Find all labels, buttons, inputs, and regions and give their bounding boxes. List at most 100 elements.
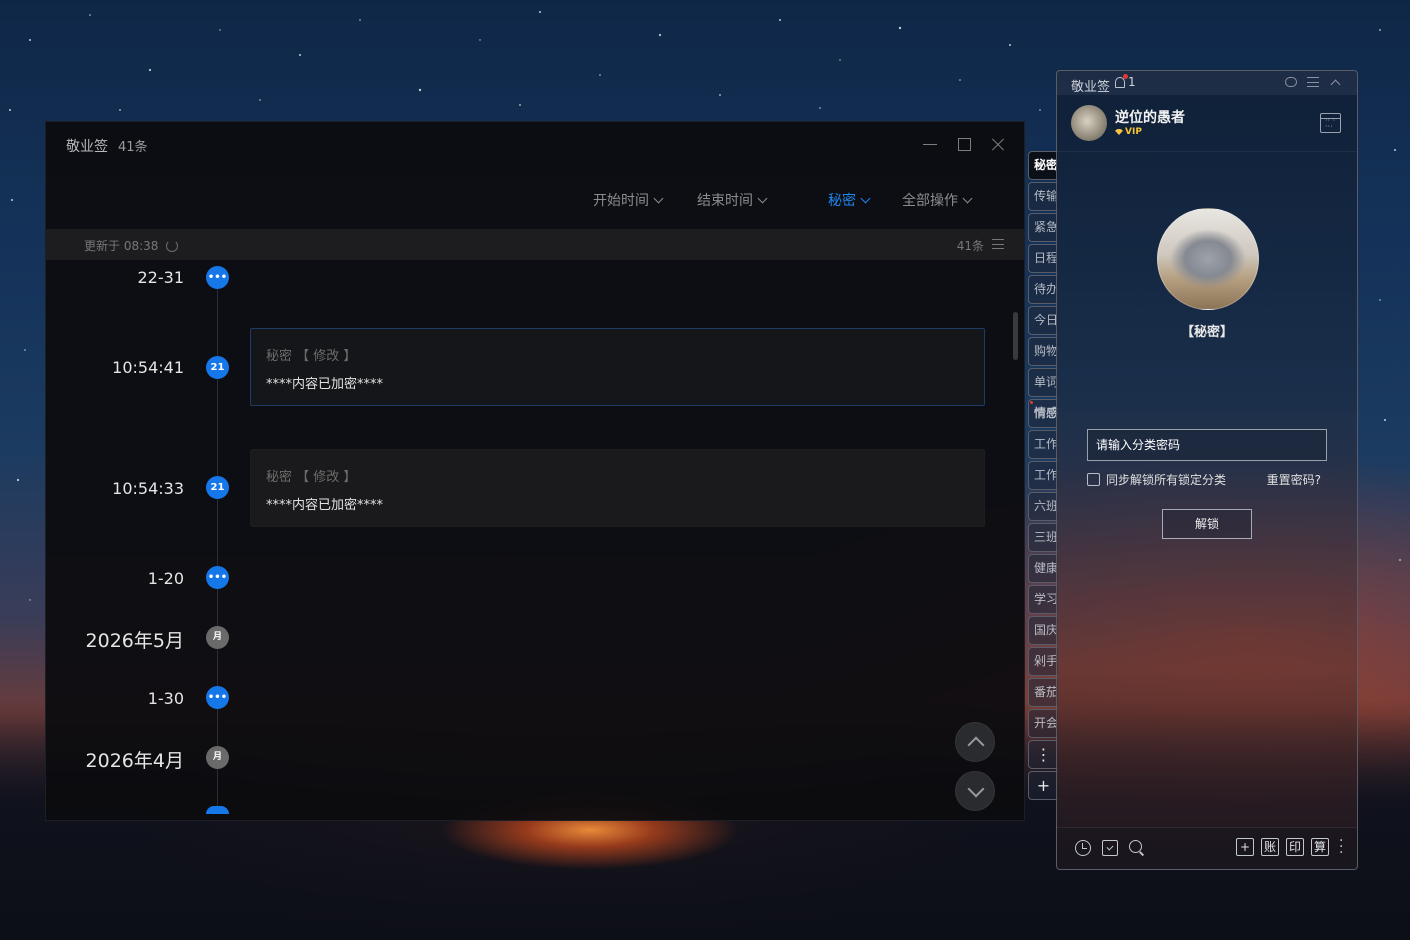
all-operations-label: 全部操作 xyxy=(902,193,958,209)
month-badge: 月 xyxy=(206,626,229,649)
avatar[interactable] xyxy=(1071,105,1107,141)
tab-words[interactable]: 单词 xyxy=(1028,368,1058,397)
close-icon[interactable] xyxy=(990,136,1006,152)
card-meta: 秘密 【 修改 】 xyxy=(266,349,357,364)
tab-emotion[interactable]: 情感 xyxy=(1028,399,1058,428)
timeline-month-label: 2026年4月 xyxy=(85,750,184,772)
tab-shopping-spree[interactable]: 剁手 xyxy=(1028,647,1058,676)
scrollbar[interactable] xyxy=(1013,312,1018,360)
tab-health[interactable]: 健康 xyxy=(1028,554,1058,583)
history-card[interactable]: 秘密 【 修改 】 ****内容已加密**** xyxy=(250,328,985,406)
tab-study[interactable]: 学习 xyxy=(1028,585,1058,614)
sync-unlock-label: 同步解锁所有锁定分类 xyxy=(1106,473,1227,487)
category-label: 秘密 xyxy=(828,193,856,209)
expand-range-button[interactable]: ••• xyxy=(206,566,229,589)
account-button[interactable]: 账 xyxy=(1261,838,1279,856)
end-time-label: 结束时间 xyxy=(697,193,753,209)
timeline-range-label: 1-30 xyxy=(147,689,184,708)
chevron-down-icon xyxy=(860,193,871,203)
sync-unlock-checkbox[interactable] xyxy=(1087,473,1100,486)
notification-count: 1 xyxy=(1128,75,1136,89)
timeline-next-dot xyxy=(206,806,229,814)
panel-titlebar: 敬业签 1 xyxy=(1057,71,1357,95)
menu-icon[interactable] xyxy=(1307,77,1319,87)
notification[interactable]: 1 xyxy=(1115,73,1136,89)
task-check-icon[interactable] xyxy=(1102,840,1118,856)
tab-national-day[interactable]: 国庆 xyxy=(1028,616,1058,645)
tab-urgent[interactable]: 紧急 xyxy=(1028,213,1058,242)
locked-category-label: 【秘密】 xyxy=(1180,325,1233,340)
maximize-icon[interactable] xyxy=(956,136,972,152)
more-tabs-icon[interactable]: ⋮ xyxy=(1028,740,1058,769)
category-password-input[interactable] xyxy=(1087,429,1327,461)
total-count: 41条 xyxy=(956,239,984,253)
category-filter[interactable]: 秘密 xyxy=(828,190,871,210)
timeline-time-label: 10:54:41 xyxy=(112,358,184,377)
bell-icon xyxy=(1115,73,1128,88)
minimize-icon[interactable] xyxy=(922,136,938,152)
tab-todo[interactable]: 待办 xyxy=(1028,275,1058,304)
start-time-label: 开始时间 xyxy=(593,193,649,209)
expand-range-button[interactable]: ••• xyxy=(206,266,229,289)
reset-password-link[interactable]: 重置密码? xyxy=(1267,471,1321,488)
print-button[interactable]: 印 xyxy=(1286,838,1304,856)
cloud-sync-icon[interactable] xyxy=(1285,77,1297,87)
timeline-axis xyxy=(217,274,218,814)
add-tab-icon[interactable]: + xyxy=(1028,771,1058,800)
history-card[interactable]: 秘密 【 修改 】 ****内容已加密**** xyxy=(250,449,985,527)
tab-meeting[interactable]: 开会 xyxy=(1028,709,1058,738)
list-view-icon[interactable] xyxy=(992,239,1004,249)
timeline-month-label: 2026年5月 xyxy=(85,630,184,652)
category-avatar xyxy=(1157,208,1259,310)
tab-transfer[interactable]: 传输 xyxy=(1028,182,1058,211)
tab-shopping[interactable]: 购物 xyxy=(1028,337,1058,366)
scroll-down-button[interactable] xyxy=(955,771,995,811)
vip-label: VIP xyxy=(1125,127,1142,137)
end-time-filter[interactable]: 结束时间 xyxy=(697,190,768,210)
window-controls xyxy=(922,136,1006,152)
refresh-icon[interactable] xyxy=(166,239,179,252)
month-badge: 月 xyxy=(206,746,229,769)
timeline-window: 敬业签 41条 开始时间 结束时间 秘密 全部操作 更新于 08:38 41条 xyxy=(45,121,1025,821)
notes-panel: 敬业签 1 逆位的愚者 VIP 【秘密】 同步解锁所有锁定分类 重置密码? 解锁… xyxy=(1056,70,1358,870)
card-body: ****内容已加密**** xyxy=(266,377,384,392)
panel-app-name: 敬业签 xyxy=(1071,80,1111,95)
filter-bar: 开始时间 结束时间 秘密 全部操作 xyxy=(46,190,1024,212)
user-row: 逆位的愚者 VIP xyxy=(1071,105,1357,145)
calculator-button[interactable]: 算 xyxy=(1311,838,1329,856)
calendar-icon[interactable] xyxy=(1320,113,1341,133)
tab-tomato[interactable]: 番茄 xyxy=(1028,678,1058,707)
more-vertical-icon[interactable]: · · · xyxy=(1339,834,1343,860)
status-bar: 更新于 08:38 41条 xyxy=(46,229,1024,260)
start-time-filter[interactable]: 开始时间 xyxy=(593,190,664,210)
vip-badge: VIP xyxy=(1115,127,1142,137)
scroll-up-button[interactable] xyxy=(955,722,995,762)
username: 逆位的愚者 xyxy=(1115,110,1185,126)
tab-class-three[interactable]: 三班 xyxy=(1028,523,1058,552)
unlock-button[interactable]: 解锁 xyxy=(1162,509,1252,539)
expand-range-button[interactable]: ••• xyxy=(206,686,229,709)
divider xyxy=(1057,151,1357,152)
search-icon[interactable] xyxy=(1129,840,1145,856)
tab-work[interactable]: 工作 xyxy=(1028,430,1058,459)
day-badge: 21 xyxy=(206,476,229,499)
timeline-range-label: 22-31 xyxy=(137,268,185,287)
panel-toolbar: + 账 印 算 · · · xyxy=(1057,827,1357,869)
updated-time: 更新于 08:38 xyxy=(84,239,159,253)
timeline-range-label: 1-20 xyxy=(147,569,184,588)
diamond-icon xyxy=(1115,129,1123,135)
tab-secret[interactable]: 秘密 xyxy=(1028,151,1058,180)
tab-class-six[interactable]: 六班 xyxy=(1028,492,1058,521)
tab-today[interactable]: 今日 xyxy=(1028,306,1058,335)
tab-work-2[interactable]: 工作 xyxy=(1028,461,1058,490)
app-name: 敬业签 xyxy=(66,139,108,155)
sync-unlock-option[interactable]: 同步解锁所有锁定分类 xyxy=(1087,471,1226,488)
day-badge: 21 xyxy=(206,356,229,379)
collapse-icon[interactable] xyxy=(1329,77,1341,87)
clock-icon[interactable] xyxy=(1075,840,1091,856)
add-note-button[interactable]: + xyxy=(1236,838,1254,856)
all-operations-filter[interactable]: 全部操作 xyxy=(902,190,973,210)
tab-schedule[interactable]: 日程 xyxy=(1028,244,1058,273)
update-info: 更新于 08:38 xyxy=(84,237,179,254)
chevron-down-icon xyxy=(653,193,664,203)
